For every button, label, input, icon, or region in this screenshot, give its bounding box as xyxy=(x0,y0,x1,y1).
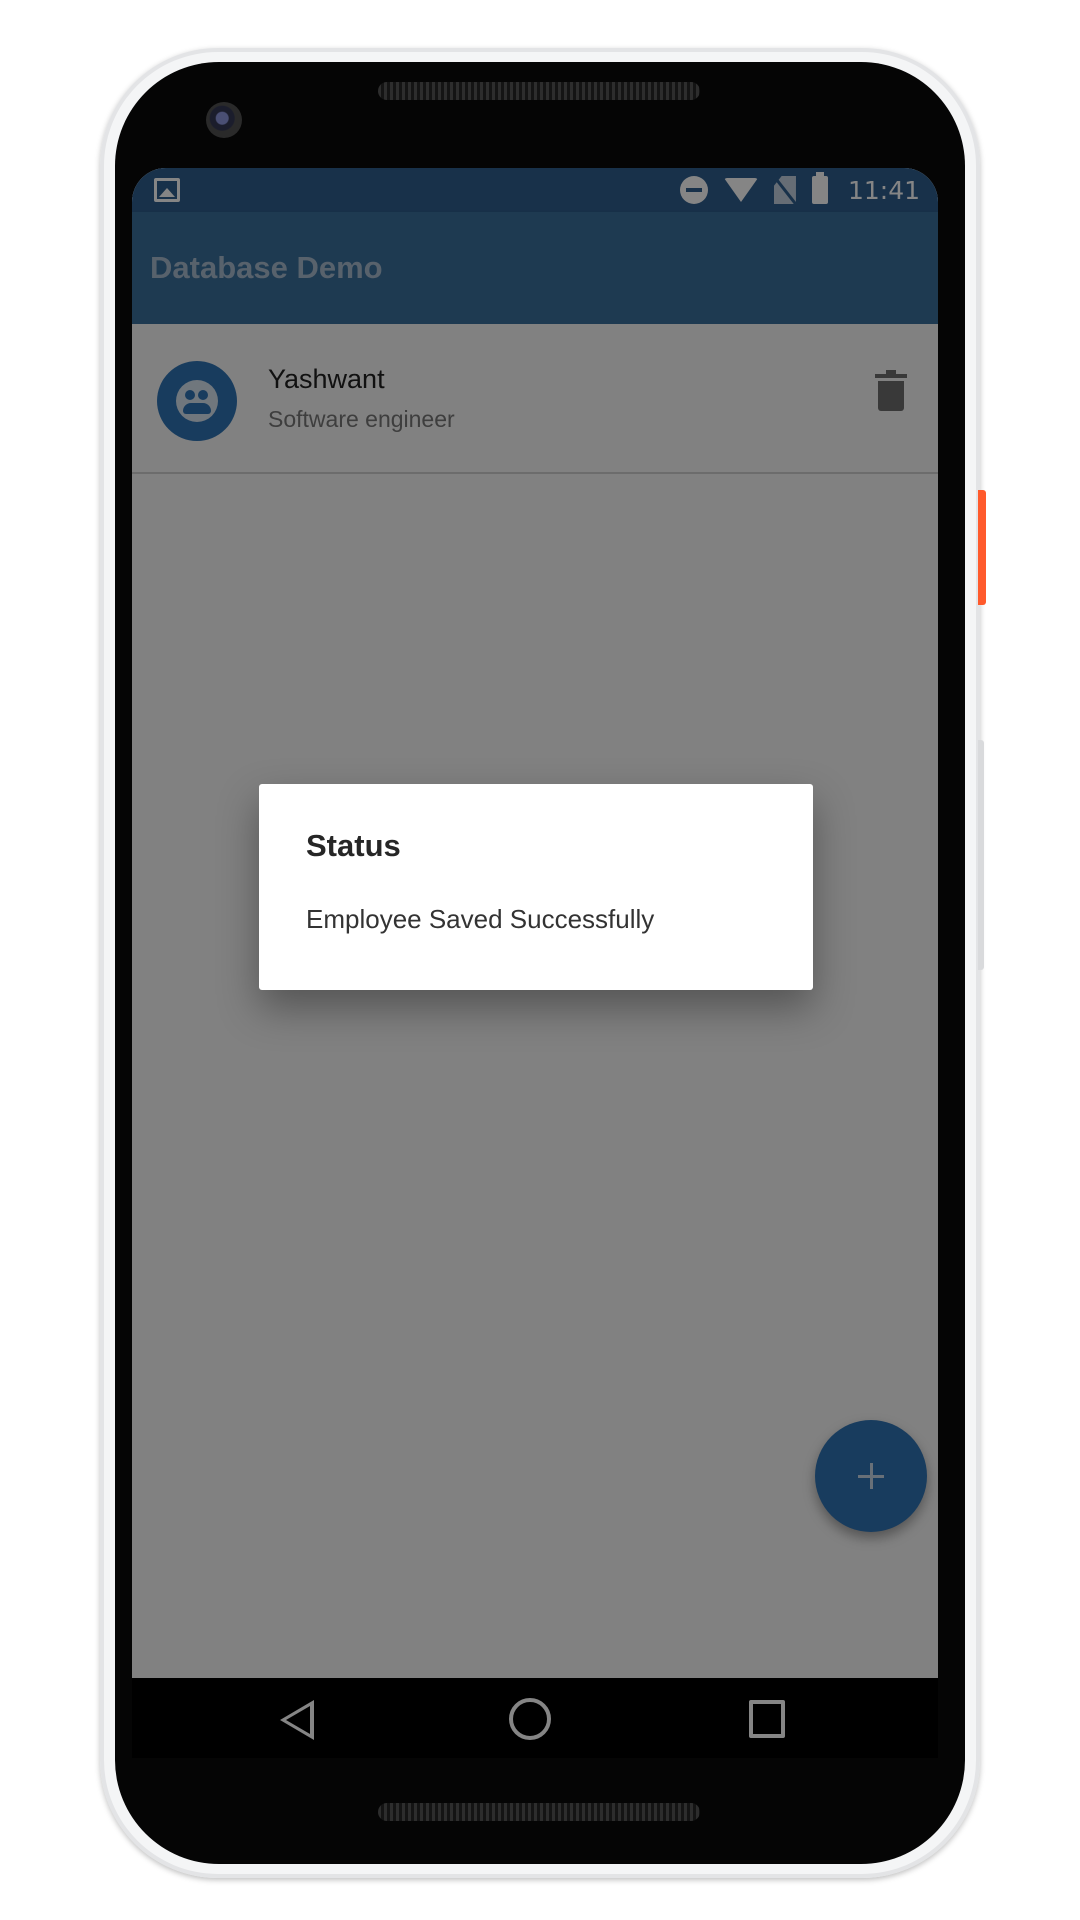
dialog-title: Status xyxy=(306,828,401,863)
front-camera-icon xyxy=(206,102,242,138)
power-key xyxy=(978,490,986,605)
dialog-message: Employee Saved Successfully xyxy=(306,904,655,934)
bottom-speaker-grille xyxy=(378,1803,700,1821)
volume-key xyxy=(978,740,984,970)
screen: 11:41 Database Demo Yashwant Software en… xyxy=(132,168,938,1758)
status-dialog: Status Employee Saved Successfully xyxy=(259,784,813,990)
dialog-scrim[interactable]: Status Employee Saved Successfully xyxy=(132,168,938,1758)
top-speaker-grille xyxy=(378,82,700,100)
